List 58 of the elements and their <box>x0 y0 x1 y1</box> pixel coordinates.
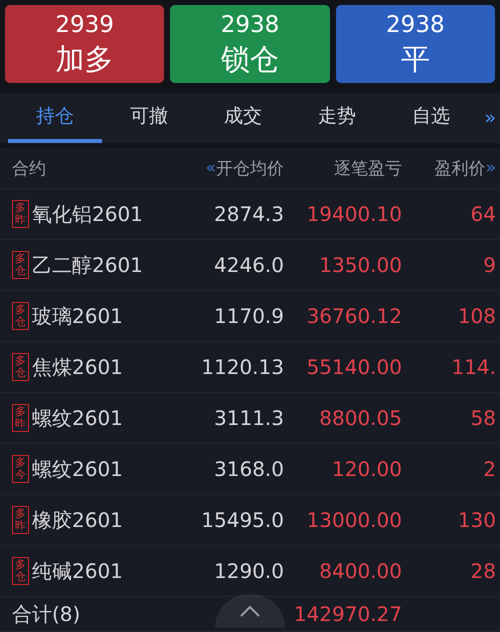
position-tag: 多昨 <box>12 506 29 534</box>
order-button[interactable]: 2938 平 <box>336 5 495 83</box>
contract-name[interactable]: 橡胶2601 <box>32 506 123 534</box>
table-cell-text: 114. <box>450 355 496 379</box>
column-header: 合约 <box>12 158 47 180</box>
tab[interactable]: 自选 <box>384 93 478 143</box>
column-header: 逐笔盈亏 <box>333 158 402 180</box>
table-cell-text: 1120.13 <box>200 355 284 379</box>
table-cell-text: 4246.0 <box>213 253 284 277</box>
table-cell-text: 64 <box>470 202 496 226</box>
order-button[interactable]: 2939 加多 <box>5 5 164 83</box>
table-cell-text: 2 <box>482 457 496 481</box>
scroll-left-arrow[interactable]: « <box>206 158 216 178</box>
table-cell-text: 36760.12 <box>306 304 402 328</box>
total-label: 合计(8) <box>12 600 82 628</box>
table-cell-text: 13000.00 <box>306 508 402 532</box>
contract-name[interactable]: 氧化铝2601 <box>32 200 143 228</box>
contract-name[interactable]: 螺纹2601 <box>32 404 123 432</box>
more-tabs-arrow[interactable]: » <box>484 107 500 129</box>
table-cell-text: 19400.10 <box>306 202 402 226</box>
table-cell-text: 8800.05 <box>318 406 402 430</box>
table-cell-text: 108 <box>456 304 496 328</box>
table-cell-text: 15495.0 <box>200 508 284 532</box>
contract-name[interactable]: 纯碱2601 <box>32 558 123 584</box>
table-cell-text: 2874.3 <box>213 202 284 226</box>
position-tag: 多仓 <box>12 250 29 280</box>
table-cell-text: 55140.00 <box>306 355 402 379</box>
position-tag: 多仓 <box>12 556 29 586</box>
table-cell-text: 9 <box>482 253 496 277</box>
table-cell-text: 120.00 <box>331 457 402 481</box>
order-button[interactable]: 2938 锁仓 <box>170 5 330 83</box>
column-header: 开仓均价 <box>216 158 284 180</box>
tab[interactable]: 持仓 <box>8 93 102 143</box>
position-tag: 多今 <box>12 454 29 484</box>
position-tag: 多昨 <box>12 404 29 432</box>
column-header: 盈利价 <box>434 158 486 180</box>
position-tag: 多仓 <box>12 302 29 330</box>
position-tag: 多昨 <box>12 200 29 228</box>
table-cell-text: 1350.00 <box>318 253 402 277</box>
tab[interactable]: 可撤 <box>102 93 196 143</box>
tab[interactable]: 走势 <box>290 93 384 143</box>
table-cell-text: 1290.0 <box>213 559 284 583</box>
chevron-up-icon <box>239 605 261 617</box>
table-cell-text: 28 <box>470 559 496 583</box>
table-cell-text: 3168.0 <box>213 457 284 481</box>
scroll-right-arrow[interactable]: » <box>486 158 496 178</box>
table-cell-text: 130 <box>456 508 496 532</box>
contract-name[interactable]: 焦煤2601 <box>32 354 123 380</box>
table-cell-text: 1170.9 <box>213 304 284 328</box>
position-tag: 多仓 <box>12 352 29 382</box>
table-cell-text: 8400.00 <box>318 559 402 583</box>
total-value: 142970.27 <box>292 602 402 626</box>
table-cell-text: 3111.3 <box>213 406 284 430</box>
contract-name[interactable]: 玻璃2601 <box>32 302 123 330</box>
table-cell-text: 58 <box>470 406 496 430</box>
contract-name[interactable]: 螺纹2601 <box>32 456 123 482</box>
tab[interactable]: 成交 <box>196 93 290 143</box>
contract-name[interactable]: 乙二醇2601 <box>32 252 143 278</box>
